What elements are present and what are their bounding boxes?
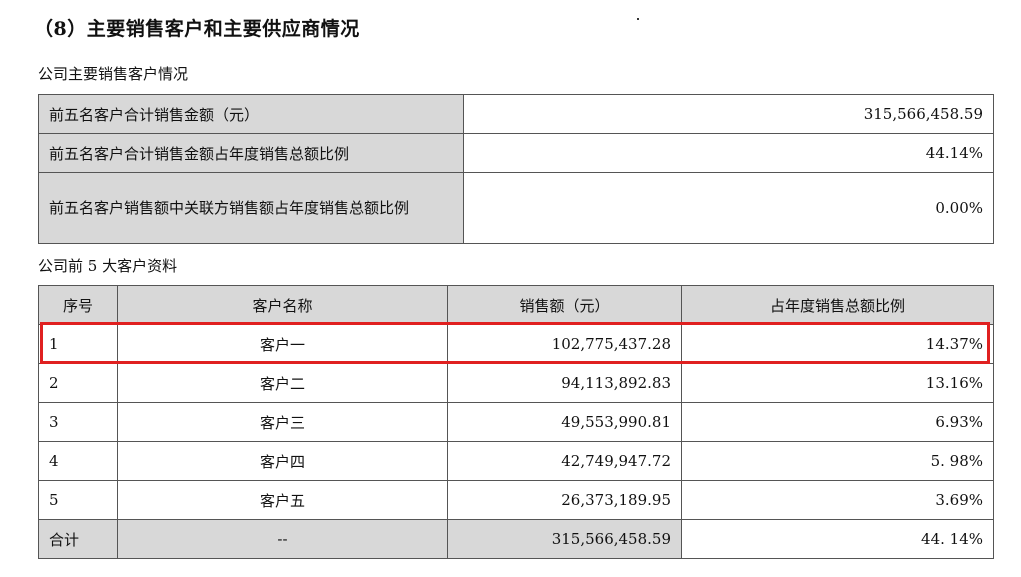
header-ratio: 占年度销售总额比例	[681, 285, 994, 325]
summary-label: 前五名客户销售额中关联方销售额占年度销售总额比例	[38, 172, 464, 244]
cell-sales-amount: 42,749,947.72	[447, 441, 682, 481]
summary-label: 前五名客户合计销售金额占年度销售总额比例	[38, 133, 464, 173]
detail-caption: 公司前 5 大客户资料	[38, 257, 178, 275]
total-ratio: 44. 14%	[681, 519, 994, 559]
cell-index: 3	[38, 402, 118, 442]
summary-row: 前五名客户销售额中关联方销售额占年度销售总额比例 0.00%	[38, 172, 994, 244]
table-row: 3 客户三 49,553,990.81 6.93%	[38, 402, 994, 442]
cell-sales-amount: 94,113,892.83	[447, 363, 682, 403]
summary-label: 前五名客户合计销售金额（元）	[38, 94, 464, 134]
cell-customer-name: 客户三	[117, 402, 448, 442]
table-row: 1 客户一 102,775,437.28 14.37%	[38, 324, 994, 364]
cell-index: 2	[38, 363, 118, 403]
cell-customer-name: 客户四	[117, 441, 448, 481]
customer-table: 序号 客户名称 销售额（元） 占年度销售总额比例 1 客户一 102,775,4…	[38, 285, 994, 559]
cell-index: 4	[38, 441, 118, 481]
header-sales-amount: 销售额（元）	[447, 285, 682, 325]
table-row: 2 客户二 94,113,892.83 13.16%	[38, 363, 994, 403]
cell-ratio: 3.69%	[681, 480, 994, 520]
total-label: 合计	[38, 519, 118, 559]
cell-ratio: 6.93%	[681, 402, 994, 442]
table-row: 4 客户四 42,749,947.72 5. 98%	[38, 441, 994, 481]
cell-index: 5	[38, 480, 118, 520]
cell-ratio: 14.37%	[681, 324, 994, 364]
cell-customer-name: 客户二	[117, 363, 448, 403]
summary-caption: 公司主要销售客户情况	[38, 65, 189, 83]
summary-value: 0.00%	[463, 172, 994, 244]
header-index: 序号	[38, 285, 118, 325]
cell-sales-amount: 26,373,189.95	[447, 480, 682, 520]
table-row: 5 客户五 26,373,189.95 3.69%	[38, 480, 994, 520]
summary-table: 前五名客户合计销售金额（元） 315,566,458.59 前五名客户合计销售金…	[38, 94, 994, 244]
cell-ratio: 5. 98%	[681, 441, 994, 481]
cell-sales-amount: 102,775,437.28	[447, 324, 682, 364]
cell-index: 1	[38, 324, 118, 364]
total-row: 合计 -- 315,566,458.59 44. 14%	[38, 519, 994, 559]
header-customer-name: 客户名称	[117, 285, 448, 325]
summary-row: 前五名客户合计销售金额占年度销售总额比例 44.14%	[38, 133, 994, 173]
summary-value: 315,566,458.59	[463, 94, 994, 134]
total-customer-name: --	[117, 519, 448, 559]
cell-customer-name: 客户五	[117, 480, 448, 520]
stray-dot	[637, 18, 639, 20]
total-sales-amount: 315,566,458.59	[447, 519, 682, 559]
summary-row: 前五名客户合计销售金额（元） 315,566,458.59	[38, 94, 994, 134]
table-header-row: 序号 客户名称 销售额（元） 占年度销售总额比例	[38, 285, 994, 325]
cell-customer-name: 客户一	[117, 324, 448, 364]
cell-sales-amount: 49,553,990.81	[447, 402, 682, 442]
summary-value: 44.14%	[463, 133, 994, 173]
section-heading: （8）主要销售客户和主要供应商情况	[34, 18, 360, 40]
cell-ratio: 13.16%	[681, 363, 994, 403]
